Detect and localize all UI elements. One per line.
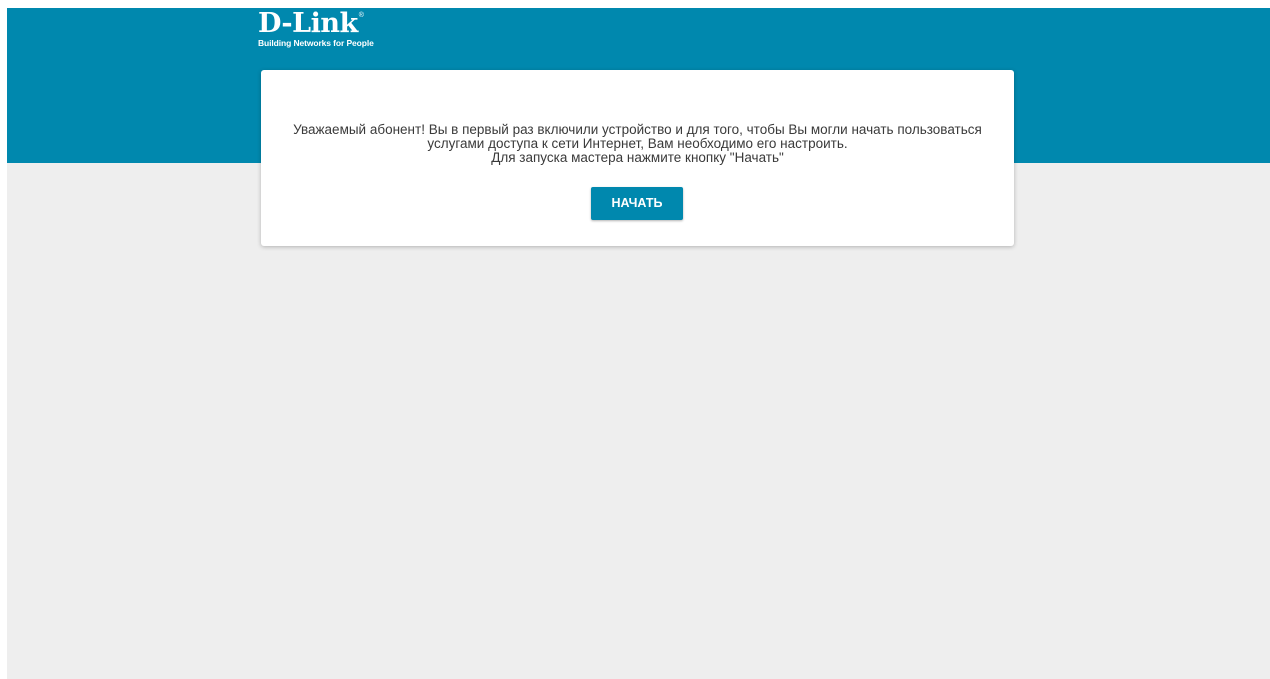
logo-tagline: Building Networks for People [258,38,374,48]
registered-mark: ® [358,12,364,19]
dlink-logo: D-Link® Building Networks for People [258,8,374,49]
welcome-card: Уважаемый абонент! Вы в первый раз включ… [261,70,1014,246]
page: D-Link® Building Networks for People Ува… [7,8,1270,679]
welcome-message-line-3: Для запуска мастера нажмите кнопку "Нача… [491,150,784,165]
welcome-message: Уважаемый абонент! Вы в первый раз включ… [261,123,1014,165]
welcome-message-line-2: услугами доступа к сети Интернет, Вам не… [427,136,848,151]
welcome-message-line-1: Уважаемый абонент! Вы в первый раз включ… [293,122,982,137]
logo-wordmark: D-Link [258,8,358,39]
start-wizard-button[interactable]: НАЧАТЬ [591,187,683,220]
